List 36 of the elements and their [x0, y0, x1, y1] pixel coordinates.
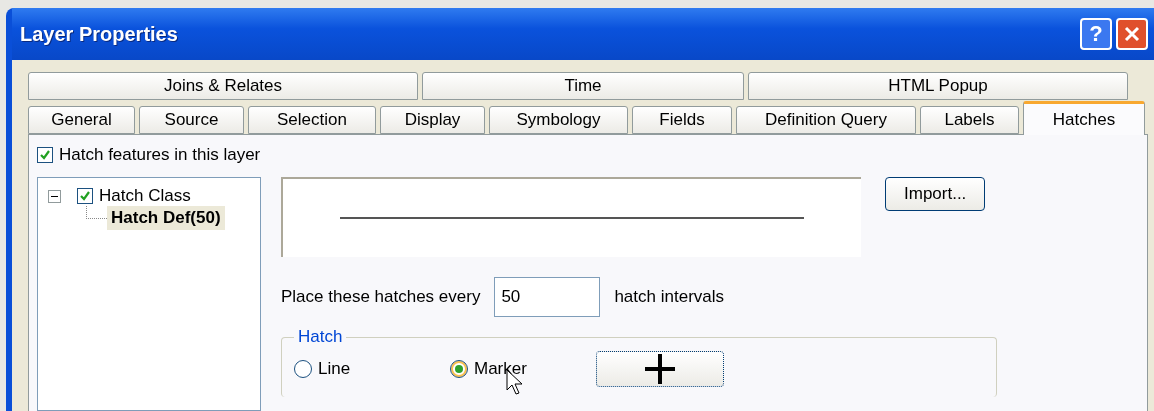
tab[interactable]: Time	[422, 72, 744, 100]
radio-button[interactable]	[450, 360, 468, 378]
window-title: Layer Properties	[20, 22, 179, 46]
collapse-icon[interactable]	[48, 189, 61, 203]
checkbox-label: Hatch features in this layer	[59, 145, 261, 165]
close-button[interactable]	[1116, 18, 1148, 50]
tab[interactable]: Definition Query	[736, 106, 916, 134]
checkmark-icon	[79, 190, 91, 202]
plus-icon	[645, 354, 675, 384]
close-icon	[1124, 26, 1140, 42]
help-button[interactable]: ?	[1080, 18, 1112, 50]
tree-item[interactable]: Hatch Class	[99, 186, 191, 206]
checkbox[interactable]	[77, 188, 93, 204]
tab[interactable]: Display	[380, 106, 485, 134]
tab[interactable]: Fields	[632, 106, 732, 134]
tab[interactable]: Hatches	[1023, 101, 1145, 135]
interval-field[interactable]: 50	[494, 277, 601, 317]
group-title: Hatch	[297, 327, 344, 347]
tab[interactable]: Joins & Relates	[28, 72, 418, 100]
tab[interactable]: Selection	[248, 106, 376, 134]
symbol-button[interactable]	[596, 351, 724, 387]
radio-label[interactable]: Marker	[474, 359, 527, 379]
unit-label: hatch intervals	[614, 287, 725, 307]
radio-dot-icon	[455, 365, 463, 373]
checkmark-icon	[39, 149, 51, 161]
tab[interactable]: General	[28, 106, 135, 134]
import-button[interactable]: Import...	[885, 177, 986, 211]
tab[interactable]: HTML Popup	[748, 72, 1128, 100]
interval-label: Place these hatches every	[281, 287, 481, 307]
tab[interactable]: Symbology	[489, 106, 628, 134]
radio-label[interactable]: Line	[318, 359, 351, 379]
checkbox[interactable]	[37, 147, 53, 163]
tab[interactable]: Labels	[920, 106, 1019, 134]
tree-item[interactable]: Hatch Def(50)	[107, 206, 225, 230]
tab[interactable]: Source	[139, 106, 244, 134]
radio-button[interactable]	[294, 360, 312, 378]
